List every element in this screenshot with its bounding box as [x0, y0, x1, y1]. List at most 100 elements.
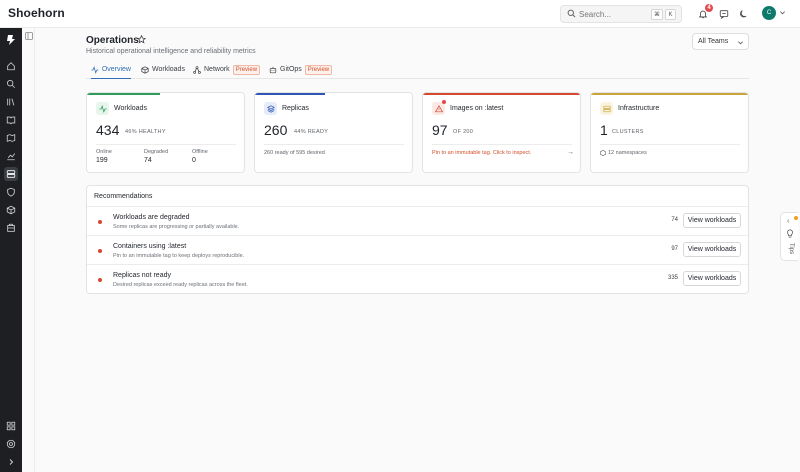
status-dot — [98, 249, 102, 253]
health-bar — [87, 93, 160, 95]
view-workloads-button[interactable]: View workloads — [683, 271, 741, 286]
status-dot — [98, 220, 102, 224]
stat-value: 0 — [192, 157, 196, 164]
kbd-modifier: ⌘ — [651, 9, 663, 20]
recommendations-header: Recommendations — [87, 186, 748, 207]
card-suffix: CLUSTERS — [612, 129, 644, 135]
card-note[interactable]: Pin to an immutable tag. Click to inspec… — [432, 150, 531, 156]
card-value: 260 — [264, 122, 288, 138]
workloads-card[interactable]: Workloads 434 46% HEALTHY Online 199 Deg… — [86, 92, 245, 173]
card-value: 1 — [600, 122, 608, 138]
map-icon[interactable] — [4, 131, 18, 145]
box-icon — [141, 66, 149, 74]
moon-icon[interactable] — [737, 7, 751, 21]
recommendation-title: Containers using :latest — [113, 243, 187, 250]
chart-icon[interactable] — [4, 149, 18, 163]
card-title: Workloads — [114, 105, 147, 112]
help-icon[interactable] — [4, 437, 18, 451]
chevron-left-icon: ‹ — [787, 218, 790, 225]
building-icon[interactable] — [4, 221, 18, 235]
team-select-value: All Teams — [698, 38, 729, 45]
recommendation-desc: Pin to an immutable tag to keep deploys … — [113, 253, 245, 259]
shield-icon[interactable] — [4, 185, 18, 199]
tips-tab[interactable]: ‹ Tips — [780, 212, 798, 261]
card-title: Replicas — [282, 105, 309, 112]
recommendation-row: Replicas not ready Desired replicas exce… — [87, 265, 748, 293]
sidebar-toggle-icon[interactable] — [25, 32, 33, 40]
recommendation-count: 335 — [667, 275, 678, 281]
tab-network[interactable]: Network Preview — [193, 63, 261, 79]
stat-label: Offline — [192, 149, 208, 155]
tab-label: Workloads — [152, 66, 185, 73]
tips-indicator — [794, 216, 798, 220]
stat-degraded: Degraded 74 — [144, 149, 168, 164]
recommendation-title: Workloads are degraded — [113, 214, 190, 221]
stat-label: Degraded — [144, 149, 169, 155]
grid-icon[interactable] — [4, 419, 18, 433]
arrow-right-icon[interactable]: → — [567, 149, 574, 156]
team-select[interactable]: All Teams — [692, 33, 749, 50]
app-logo-icon[interactable] — [4, 33, 18, 47]
alert-dot — [442, 100, 446, 104]
avatar[interactable]: C — [762, 6, 776, 20]
card-suffix: 46% HEALTHY — [125, 129, 166, 135]
recommendations-panel: Recommendations Workloads are degraded S… — [86, 185, 749, 294]
package-icon[interactable] — [4, 203, 18, 217]
feedback-icon[interactable] — [717, 7, 731, 21]
expand-rail-icon[interactable] — [4, 455, 18, 469]
tab-workloads[interactable]: Workloads — [141, 63, 185, 79]
stat-value: 199 — [96, 157, 108, 164]
divider — [432, 144, 572, 145]
chevron-down-icon[interactable] — [779, 9, 786, 16]
tab-gitops[interactable]: GitOps Preview — [269, 63, 333, 79]
tab-label: GitOps — [280, 66, 302, 73]
brand-logo-text[interactable]: Shoehorn — [8, 6, 65, 20]
library-icon[interactable] — [4, 95, 18, 109]
star-icon[interactable] — [137, 35, 146, 44]
kbd-key: K — [665, 9, 676, 20]
search-input[interactable] — [579, 8, 647, 21]
ready-bar — [255, 93, 325, 95]
page-title: Operations — [86, 35, 139, 46]
infrastructure-card[interactable]: Infrastructure 1 CLUSTERS 12 namespaces — [590, 92, 749, 173]
view-workloads-button[interactable]: View workloads — [683, 213, 741, 228]
recommendations-heading: Recommendations — [94, 193, 153, 200]
recommendation-desc: Desired replicas exceed ready replicas a… — [113, 282, 248, 288]
preview-badge: Preview — [304, 65, 333, 75]
layers-icon — [264, 102, 277, 115]
robot-icon — [269, 66, 277, 74]
page-subtitle: Historical operational intelligence and … — [86, 48, 256, 55]
home-icon[interactable] — [4, 59, 18, 73]
namespace-icon — [600, 150, 606, 156]
card-suffix: 44% READY — [294, 129, 329, 135]
divider — [600, 144, 740, 145]
book-icon[interactable] — [4, 113, 18, 127]
chevron-down-icon — [737, 39, 744, 46]
divider — [96, 144, 236, 145]
divider — [264, 144, 404, 145]
activity-icon — [91, 66, 99, 74]
search-box[interactable]: ⌘ K — [560, 5, 682, 23]
status-dot — [98, 278, 102, 282]
tab-label: Overview — [101, 66, 131, 73]
server-icon[interactable] — [4, 167, 18, 181]
images-card[interactable]: Images on :latest 97 OF 200 Pin to an im… — [422, 92, 581, 173]
notification-badge: 4 — [705, 4, 713, 12]
tab-overview[interactable]: Overview — [91, 63, 131, 79]
stat-online: Online 199 — [96, 149, 112, 164]
stat-label: Online — [96, 149, 112, 155]
preview-badge: Preview — [232, 65, 261, 75]
accent-bar — [591, 93, 748, 95]
left-rail — [0, 28, 22, 472]
network-icon — [193, 66, 201, 74]
view-workloads-button[interactable]: View workloads — [683, 242, 741, 257]
recommendation-count: 74 — [671, 217, 678, 223]
card-note: 260 ready of 595 desired — [264, 150, 325, 156]
top-bar: Shoehorn ⌘ K 4 C — [0, 0, 800, 28]
activity-icon — [96, 102, 109, 115]
recommendation-row: Containers using :latest Pin to an immut… — [87, 236, 748, 265]
search-nav-icon[interactable] — [4, 77, 18, 91]
recommendation-row: Workloads are degraded Some replicas are… — [87, 207, 748, 236]
replicas-card[interactable]: Replicas 260 44% READY 260 ready of 595 … — [254, 92, 413, 173]
stat-value: 74 — [144, 157, 152, 164]
